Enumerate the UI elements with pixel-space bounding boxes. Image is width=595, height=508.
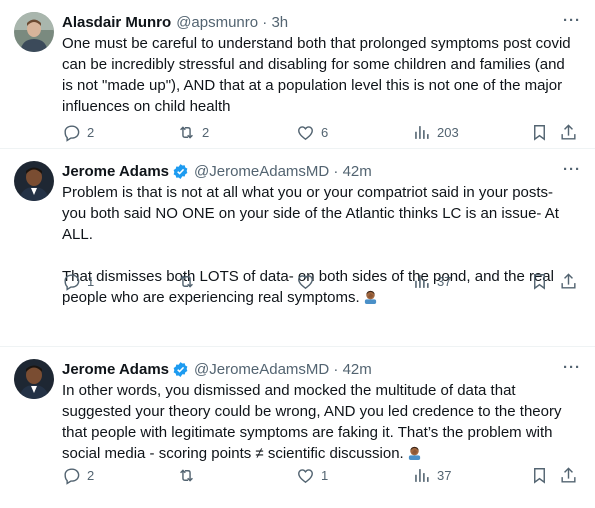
tweet-paragraph: In other words, you dismissed and mocked…	[62, 382, 562, 462]
share-icon	[561, 272, 576, 289]
author-handle[interactable]: @apsmunro · 3h	[176, 14, 288, 31]
author-name[interactable]: Jerome Adams	[62, 361, 169, 378]
views-icon	[415, 125, 429, 139]
bookmark-button[interactable]	[530, 123, 549, 142]
share-button[interactable]	[559, 466, 578, 485]
views-button[interactable]: 37	[412, 272, 451, 291]
views-count: 203	[437, 124, 459, 140]
reply-icon	[64, 124, 80, 142]
share-button[interactable]	[559, 123, 578, 142]
like-button[interactable]: 1	[296, 466, 328, 485]
more-options-icon[interactable]: ···	[563, 359, 581, 376]
retweet-icon	[180, 468, 193, 482]
share-button[interactable]	[559, 272, 578, 291]
tweet-text: One must be careful to understand both t…	[62, 33, 579, 117]
retweet-button[interactable]	[177, 466, 202, 485]
tweet-3[interactable]: Jerome Adams @JeromeAdamsMD · 42m ··· In…	[0, 347, 595, 508]
bookmark-icon	[534, 273, 545, 290]
tweet-paragraph: Problem is that is not at all what you o…	[62, 184, 559, 243]
tweet-header: Alasdair Munro @apsmunro · 3h ···	[62, 12, 581, 32]
share-icon	[561, 123, 576, 140]
action-bar: 1 37	[62, 271, 579, 291]
tweet-paragraph: One must be careful to understand both t…	[62, 35, 571, 115]
share-icon	[561, 466, 576, 483]
retweet-icon	[180, 125, 193, 139]
author-handle[interactable]: @JeromeAdamsMD · 42m	[194, 163, 372, 180]
bookmark-button[interactable]	[530, 272, 549, 291]
retweet-icon	[180, 274, 193, 288]
more-options-icon[interactable]: ···	[563, 12, 581, 29]
tweet-1[interactable]: Alasdair Munro @apsmunro · 3h ··· One mu…	[0, 0, 595, 149]
reply-icon	[64, 273, 80, 291]
reply-count: 1	[87, 273, 95, 289]
like-icon	[298, 125, 313, 140]
bookmark-icon	[534, 467, 545, 484]
views-button[interactable]: 203	[412, 123, 459, 142]
more-options-icon[interactable]: ···	[563, 161, 581, 178]
like-button[interactable]	[296, 272, 321, 291]
facepalm-emoji-icon	[407, 445, 422, 460]
tweet-header: Jerome Adams @JeromeAdamsMD · 42m ···	[62, 161, 581, 181]
reply-button[interactable]: 2	[62, 466, 94, 485]
views-count: 37	[437, 273, 452, 289]
retweet-button[interactable]: 2	[177, 123, 209, 142]
retweet-button[interactable]	[177, 272, 202, 291]
views-button[interactable]: 37	[412, 466, 451, 485]
views-icon	[415, 468, 429, 482]
author-name[interactable]: Jerome Adams	[62, 163, 169, 180]
views-count: 37	[437, 467, 452, 483]
reply-count: 2	[87, 467, 95, 483]
verified-badge-icon	[172, 163, 189, 180]
tweet-2[interactable]: Jerome Adams @JeromeAdamsMD · 42m ··· Pr…	[0, 149, 595, 347]
reply-button[interactable]: 2	[62, 123, 94, 142]
like-icon	[298, 274, 313, 289]
avatar[interactable]	[14, 12, 54, 52]
author-handle[interactable]: @JeromeAdamsMD · 42m	[194, 361, 372, 378]
bookmark-button[interactable]	[530, 466, 549, 485]
avatar[interactable]	[14, 161, 54, 201]
tweet-text: In other words, you dismissed and mocked…	[62, 380, 579, 464]
like-button[interactable]: 6	[296, 123, 328, 142]
bookmark-icon	[534, 124, 545, 141]
tweet-header: Jerome Adams @JeromeAdamsMD · 42m ···	[62, 359, 581, 379]
author-name[interactable]: Alasdair Munro	[62, 14, 171, 31]
facepalm-emoji-icon	[363, 289, 378, 304]
like-icon	[298, 468, 313, 483]
action-bar: 2 2 6 203	[62, 122, 579, 142]
like-count: 6	[321, 124, 329, 140]
avatar[interactable]	[14, 359, 54, 399]
action-bar: 2 1 37	[62, 465, 579, 485]
views-icon	[415, 274, 429, 288]
reply-icon	[64, 467, 80, 485]
reply-button[interactable]: 1	[62, 272, 94, 291]
reply-count: 2	[87, 124, 95, 140]
like-count: 1	[321, 467, 329, 483]
retweet-count: 2	[202, 124, 210, 140]
verified-badge-icon	[172, 361, 189, 378]
